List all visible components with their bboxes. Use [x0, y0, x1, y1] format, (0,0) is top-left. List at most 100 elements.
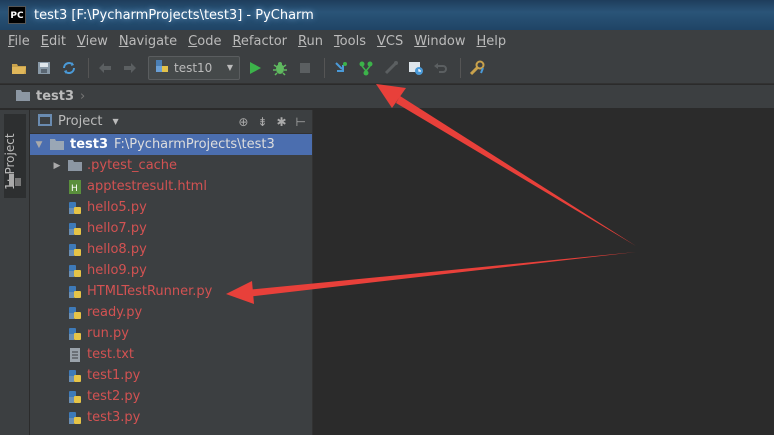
- sync-icon[interactable]: [58, 57, 80, 79]
- python-file-icon: [68, 306, 82, 320]
- gear-icon[interactable]: ✱: [276, 115, 286, 129]
- menu-file[interactable]: File: [8, 34, 30, 49]
- title-bar: PC test3 [F:\PycharmProjects\test3] - Py…: [0, 0, 774, 30]
- tree-item-label: test3.py: [87, 410, 141, 425]
- folder-icon: [68, 159, 82, 173]
- expand-right-icon[interactable]: ▶: [52, 161, 62, 171]
- tree-item[interactable]: ▶ .pytest_cache: [30, 155, 312, 176]
- tree-item-label: .pytest_cache: [87, 158, 178, 173]
- tree-item-label: apptestresult.html: [87, 179, 207, 194]
- python-file-icon: [68, 201, 82, 215]
- vcs-compare-icon[interactable]: [380, 57, 402, 79]
- tree-item[interactable]: Happtestresult.html: [30, 176, 312, 197]
- vcs-update-icon[interactable]: [330, 57, 352, 79]
- python-file-icon: [68, 327, 82, 341]
- tree-root-test3[interactable]: ▼ test3 F:\PycharmProjects\test3: [30, 134, 312, 155]
- menu-window[interactable]: Window: [414, 34, 465, 49]
- folder-icon: [16, 89, 30, 105]
- toolbar-separator: [460, 57, 461, 78]
- chevron-down-icon[interactable]: ▼: [112, 117, 118, 126]
- back-icon[interactable]: [94, 57, 116, 79]
- tree-item[interactable]: HTMLTestRunner.py: [30, 281, 312, 302]
- menu-view[interactable]: View: [77, 34, 108, 49]
- tree-item-label: test1.py: [87, 368, 141, 383]
- tree-item-label: hello9.py: [87, 263, 147, 278]
- menu-help[interactable]: Help: [477, 34, 507, 49]
- project-panel-header: Project ▼ ⊕ ⇟ ✱ ⊢: [30, 110, 312, 134]
- hide-panel-icon[interactable]: ⊢: [296, 115, 306, 129]
- tree-item[interactable]: hello7.py: [30, 218, 312, 239]
- root-folder-name: test3: [70, 137, 109, 152]
- tree-item-label: run.py: [87, 326, 129, 341]
- stop-icon[interactable]: [294, 57, 316, 79]
- tree-item[interactable]: test2.py: [30, 386, 312, 407]
- text-file-icon: [68, 347, 82, 362]
- run-config-label: test10: [174, 60, 213, 75]
- menu-edit[interactable]: Edit: [41, 34, 66, 49]
- tool-window-stripe: 1: Project: [0, 110, 30, 435]
- tree-item-label: HTMLTestRunner.py: [87, 284, 213, 299]
- toolbar-separator: [88, 57, 89, 78]
- tree-item[interactable]: hello8.py: [30, 239, 312, 260]
- pycharm-logo-icon: PC: [8, 6, 26, 24]
- project-view-icon: [38, 113, 52, 130]
- menu-refactor[interactable]: Refactor: [232, 34, 287, 49]
- run-icon[interactable]: [244, 57, 266, 79]
- toolbar-separator: [324, 57, 325, 78]
- project-tool-icon: [9, 174, 21, 190]
- tree-item[interactable]: hello9.py: [30, 260, 312, 281]
- python-file-icon: [68, 243, 82, 257]
- editor-area[interactable]: [312, 110, 774, 435]
- python-file-icon: [68, 285, 82, 299]
- python-file-icon: [68, 369, 82, 383]
- breadcrumb-item-test3[interactable]: test3: [36, 89, 74, 104]
- forward-icon[interactable]: [119, 57, 141, 79]
- tree-item[interactable]: hello5.py: [30, 197, 312, 218]
- menu-tools[interactable]: Tools: [334, 34, 366, 49]
- html-file-icon: H: [68, 179, 82, 194]
- root-folder-path: F:\PycharmProjects\test3: [114, 137, 275, 152]
- run-config-icon: [155, 59, 169, 77]
- project-tool-window: Project ▼ ⊕ ⇟ ✱ ⊢ ▼ test3 F:\PycharmProj…: [30, 110, 312, 435]
- open-folder-icon[interactable]: [8, 57, 30, 79]
- python-file-icon: [68, 264, 82, 278]
- menu-navigate[interactable]: Navigate: [119, 34, 177, 49]
- save-icon[interactable]: [33, 57, 55, 79]
- expand-down-icon[interactable]: ▼: [34, 140, 44, 150]
- folder-icon: [50, 138, 64, 152]
- python-file-icon: [68, 411, 82, 425]
- menu-vcs[interactable]: VCS: [377, 34, 403, 49]
- menu-bar: File Edit View Navigate Code Refactor Ru…: [0, 30, 774, 52]
- svg-text:H: H: [71, 184, 78, 194]
- project-view-selector[interactable]: Project: [58, 114, 102, 129]
- tree-item[interactable]: run.py: [30, 323, 312, 344]
- settings-icon[interactable]: [466, 57, 488, 79]
- tree-item-label: ready.py: [87, 305, 143, 320]
- python-file-icon: [68, 390, 82, 404]
- python-file-icon: [68, 222, 82, 236]
- tree-item-label: test.txt: [87, 347, 134, 362]
- vcs-commit-icon[interactable]: [355, 57, 377, 79]
- run-configuration-select[interactable]: test10 ▼: [148, 55, 240, 80]
- tree-item[interactable]: test3.py: [30, 407, 312, 428]
- vcs-history-icon[interactable]: [405, 57, 427, 79]
- menu-run[interactable]: Run: [298, 34, 323, 49]
- breadcrumb-separator-icon: ›: [80, 89, 86, 104]
- tree-item[interactable]: test.txt: [30, 344, 312, 365]
- main-toolbar: test10 ▼: [0, 52, 774, 84]
- collapse-all-icon[interactable]: ⇟: [257, 115, 267, 129]
- tree-item[interactable]: test1.py: [30, 365, 312, 386]
- debug-icon[interactable]: [269, 57, 291, 79]
- window-title: test3 [F:\PycharmProjects\test3] - PyCha…: [34, 7, 314, 23]
- chevron-down-icon: ▼: [226, 63, 233, 72]
- tree-item-label: hello8.py: [87, 242, 147, 257]
- tree-item-label: hello5.py: [87, 200, 147, 215]
- project-tree: ▼ test3 F:\PycharmProjects\test3 ▶ .pytes…: [30, 134, 312, 428]
- tree-item[interactable]: ready.py: [30, 302, 312, 323]
- tree-item-label: test2.py: [87, 389, 141, 404]
- breadcrumb: test3 ›: [0, 85, 774, 109]
- menu-code[interactable]: Code: [188, 34, 221, 49]
- scroll-from-source-icon[interactable]: ⊕: [238, 115, 248, 129]
- tree-item-label: hello7.py: [87, 221, 147, 236]
- vcs-revert-icon[interactable]: [430, 57, 452, 79]
